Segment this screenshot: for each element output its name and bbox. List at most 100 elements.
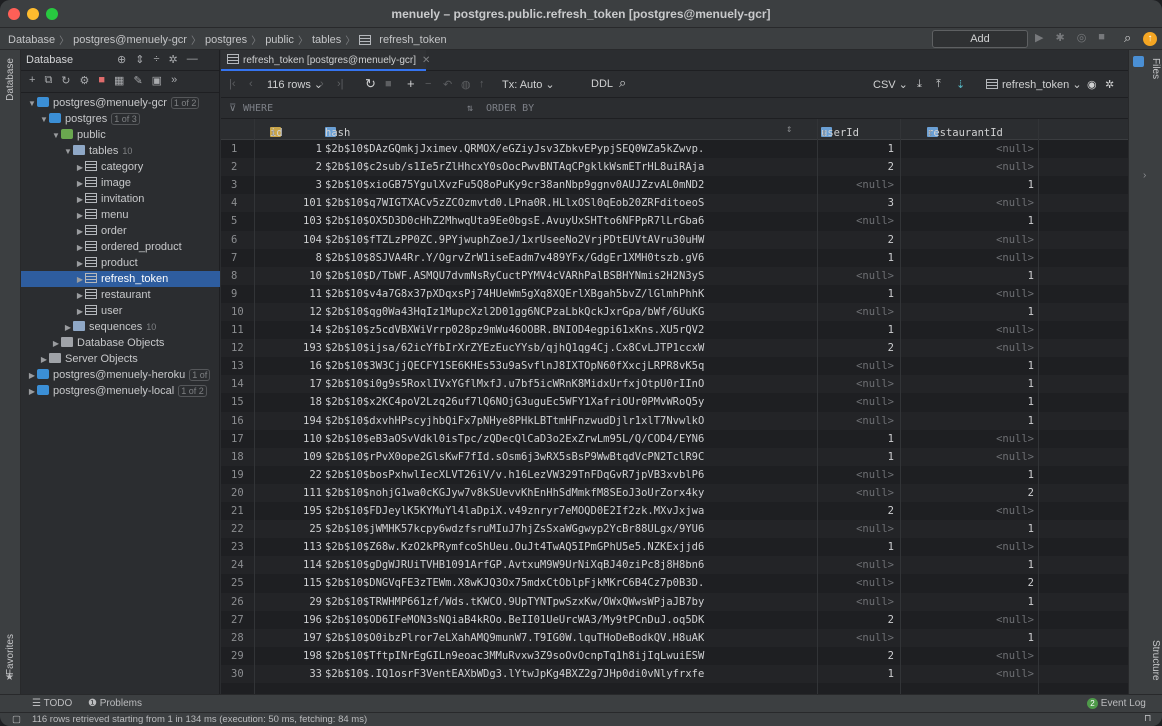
more-icon[interactable]: » (171, 74, 177, 87)
cell-restaurantid[interactable]: 1 (902, 176, 1034, 194)
table-row[interactable]: 22 25 $2b$10$jWMHK57kcpy6wdzfsruMIuJ7hjZsS… (221, 520, 1128, 539)
cell-restaurantid[interactable]: <null> (902, 665, 1034, 683)
breadcrumb-item[interactable]: refresh_token (379, 34, 446, 46)
search-everywhere-icon[interactable]: ⌕ (1124, 30, 1131, 46)
cell-restaurantid[interactable]: 1 (902, 520, 1034, 538)
table-row[interactable]: 1 1 $2b$10$DAzGQmkjJximev.QRMOX/eGZiyJsv3Z… (221, 140, 1128, 159)
cell-hash[interactable]: $2b$10$OD6IFeMON3sNQiaB4kROo.BeII01UeUrc… (325, 611, 811, 629)
close-icon[interactable]: ✕ (422, 55, 430, 66)
tree-item[interactable]: ▶ product (21, 255, 220, 271)
table-row[interactable]: 29 198 $2b$10$TftpINrEgGILn9eoac3MMuRvxw3Z… (221, 646, 1128, 665)
cell-userid[interactable]: 2 (819, 611, 894, 629)
cell-id[interactable]: 193 (254, 339, 322, 357)
cell-id[interactable]: 29 (254, 593, 322, 611)
table-row[interactable]: 28 197 $2b$10$O0ibzPlror7eLXahAMQ9munW7.T9… (221, 628, 1128, 647)
breadcrumb-item[interactable]: tables (312, 34, 341, 46)
cell-id[interactable]: 18 (254, 393, 322, 411)
cell-restaurantid[interactable]: 2 (902, 484, 1034, 502)
order-by-input[interactable]: ORDER BY (486, 103, 534, 114)
chevron-right-icon[interactable]: ▶ (75, 304, 85, 320)
cell-hash[interactable]: $2b$10$8SJVA4Rr.Y/OgrvZrW1iseEadm7v489YF… (325, 249, 811, 267)
stop-icon[interactable]: ■ (98, 74, 105, 87)
chevron-right-icon[interactable]: ▶ (75, 224, 85, 240)
tree-item[interactable]: ▶ menu (21, 207, 220, 223)
todo-tab[interactable]: ☰ TODO (32, 698, 72, 709)
table-row[interactable]: 11 14 $2b$10$z5cdVBXWiVrrp028pz9mWu46OOBR.… (221, 321, 1128, 340)
cell-restaurantid[interactable]: 1 (902, 375, 1034, 393)
upload-icon[interactable]: ⤒ (936, 78, 941, 91)
gear-icon[interactable]: ✲ (1105, 78, 1114, 91)
tree-item[interactable]: ▶ category (21, 159, 220, 175)
cell-hash[interactable]: $2b$10$FDJeylK5KYMuYl4laDpiX.v49znryr7eM… (325, 502, 811, 520)
cell-hash[interactable]: $2b$10$DAzGQmkjJximev.QRMOX/eGZiyJsv3Zbk… (325, 140, 811, 158)
table-row[interactable]: 21 195 $2b$10$FDJeylK5KYMuYl4laDpiX.v49znr… (221, 502, 1128, 521)
tree-item[interactable]: ▶ sequences 10 (21, 319, 220, 335)
cell-restaurantid[interactable]: <null> (902, 647, 1034, 665)
cell-userid[interactable]: 2 (819, 502, 894, 520)
chevron-right-icon[interactable]: ▶ (75, 176, 85, 192)
tree-item[interactable]: ▶ Server Objects (21, 351, 220, 367)
cell-id[interactable]: 196 (254, 611, 322, 629)
cell-userid[interactable]: <null> (819, 375, 894, 393)
first-page-icon[interactable]: |‹ (229, 78, 236, 90)
cell-userid[interactable]: <null> (819, 393, 894, 411)
console-icon[interactable]: ▣ (152, 74, 162, 87)
tab-refresh-token[interactable]: refresh_token [postgres@menuely-gcr] ✕ (221, 50, 430, 71)
cell-userid[interactable]: <null> (819, 412, 894, 430)
cell-userid[interactable]: <null> (819, 267, 894, 285)
cell-restaurantid[interactable]: <null> (902, 285, 1034, 303)
cell-userid[interactable]: 1 (819, 448, 894, 466)
table-row[interactable]: 4 101 $2b$10$q7WIGTXACv5zZCOzmvtd0.LPna0R.… (221, 194, 1128, 213)
chevron-right-icon[interactable]: ▶ (75, 272, 85, 288)
cell-id[interactable]: 113 (254, 538, 322, 556)
next-page-icon[interactable]: › (320, 78, 324, 90)
cell-restaurantid[interactable]: 1 (902, 393, 1034, 411)
cell-restaurantid[interactable]: 1 (902, 412, 1034, 430)
edit-icon[interactable]: ✎ (133, 74, 142, 87)
cell-id[interactable]: 8 (254, 249, 322, 267)
stop-icon[interactable]: ■ (1098, 31, 1105, 44)
cell-userid[interactable]: 1 (819, 430, 894, 448)
submit-icon[interactable]: ↑ (479, 78, 485, 90)
copy-icon[interactable]: ⧉ (44, 74, 52, 87)
cell-hash[interactable]: $2b$10$x2KC4poV2Lzq26uf7lQ6NOjG3uguEc5WF… (325, 393, 811, 411)
add-configuration-button[interactable]: Add Configuration... (932, 30, 1028, 61)
cell-userid[interactable]: <null> (819, 520, 894, 538)
table-row[interactable]: 26 29 $2b$10$TRWHMP661zf/Wds.tKWCO.9UpTYNT… (221, 592, 1128, 611)
cell-restaurantid[interactable]: <null> (902, 140, 1034, 158)
table-selector-dropdown[interactable]: refresh_token ⌄ (986, 78, 1082, 91)
breadcrumb-item[interactable]: Database (8, 34, 55, 46)
cell-restaurantid[interactable]: 1 (902, 303, 1034, 321)
cell-hash[interactable]: $2b$10$OX5D3D0cHhZ2MhwqUta9Ee0bgsE.AvuyU… (325, 212, 811, 230)
cell-hash[interactable]: $2b$10$.IQ1osrF3VentEAXbWDg3.lYtwJpKg4BX… (325, 665, 811, 683)
breadcrumb-item[interactable]: postgres (205, 34, 247, 46)
cell-restaurantid[interactable]: 1 (902, 466, 1034, 484)
cell-hash[interactable]: $2b$10$DNGVqFE3zTEWm.X8wKJQ3Ox75mdxCtObl… (325, 574, 811, 592)
cell-userid[interactable]: 1 (819, 538, 894, 556)
cell-restaurantid[interactable]: <null> (902, 321, 1034, 339)
cell-restaurantid[interactable]: 1 (902, 556, 1034, 574)
table-row[interactable]: 24 114 $2b$10$gDgWJRUiTVHB1091ArfGP.AvtxuM… (221, 556, 1128, 575)
tree-item[interactable]: ▶ restaurant (21, 287, 220, 303)
cell-userid[interactable]: <null> (819, 176, 894, 194)
cell-userid[interactable]: 1 (819, 665, 894, 683)
tree-item[interactable]: ▶ Database Objects (21, 335, 220, 351)
chevron-right-icon[interactable]: ▶ (75, 256, 85, 272)
cell-userid[interactable]: 2 (819, 647, 894, 665)
cell-id[interactable]: 110 (254, 430, 322, 448)
cell-restaurantid[interactable]: <null> (902, 249, 1034, 267)
cell-userid[interactable]: 1 (819, 321, 894, 339)
cell-userid[interactable]: <null> (819, 303, 894, 321)
cell-id[interactable]: 12 (254, 303, 322, 321)
coverage-icon[interactable]: ◎ (1077, 31, 1087, 44)
tree-item[interactable]: ▶ invitation (21, 191, 220, 207)
cell-hash[interactable]: $2b$10$z5cdVBXWiVrrp028pz9mWu46OOBR.BNIO… (325, 321, 811, 339)
table-row[interactable]: 14 17 $2b$10$i0g9s5RoxlIVxYGflMxfJ.u7bf5ic… (221, 375, 1128, 394)
cell-restaurantid[interactable]: <null> (902, 448, 1034, 466)
tree-item[interactable]: ▼ postgres 1 of 3 (21, 111, 220, 127)
cell-userid[interactable]: <null> (819, 574, 894, 592)
breadcrumb-item[interactable]: public (265, 34, 294, 46)
cell-hash[interactable]: $2b$10$Z68w.KzO2kPRymfcoShUeu.OuJt4TwAQ5… (325, 538, 811, 556)
cell-id[interactable]: 198 (254, 647, 322, 665)
cell-restaurantid[interactable]: 1 (902, 267, 1034, 285)
